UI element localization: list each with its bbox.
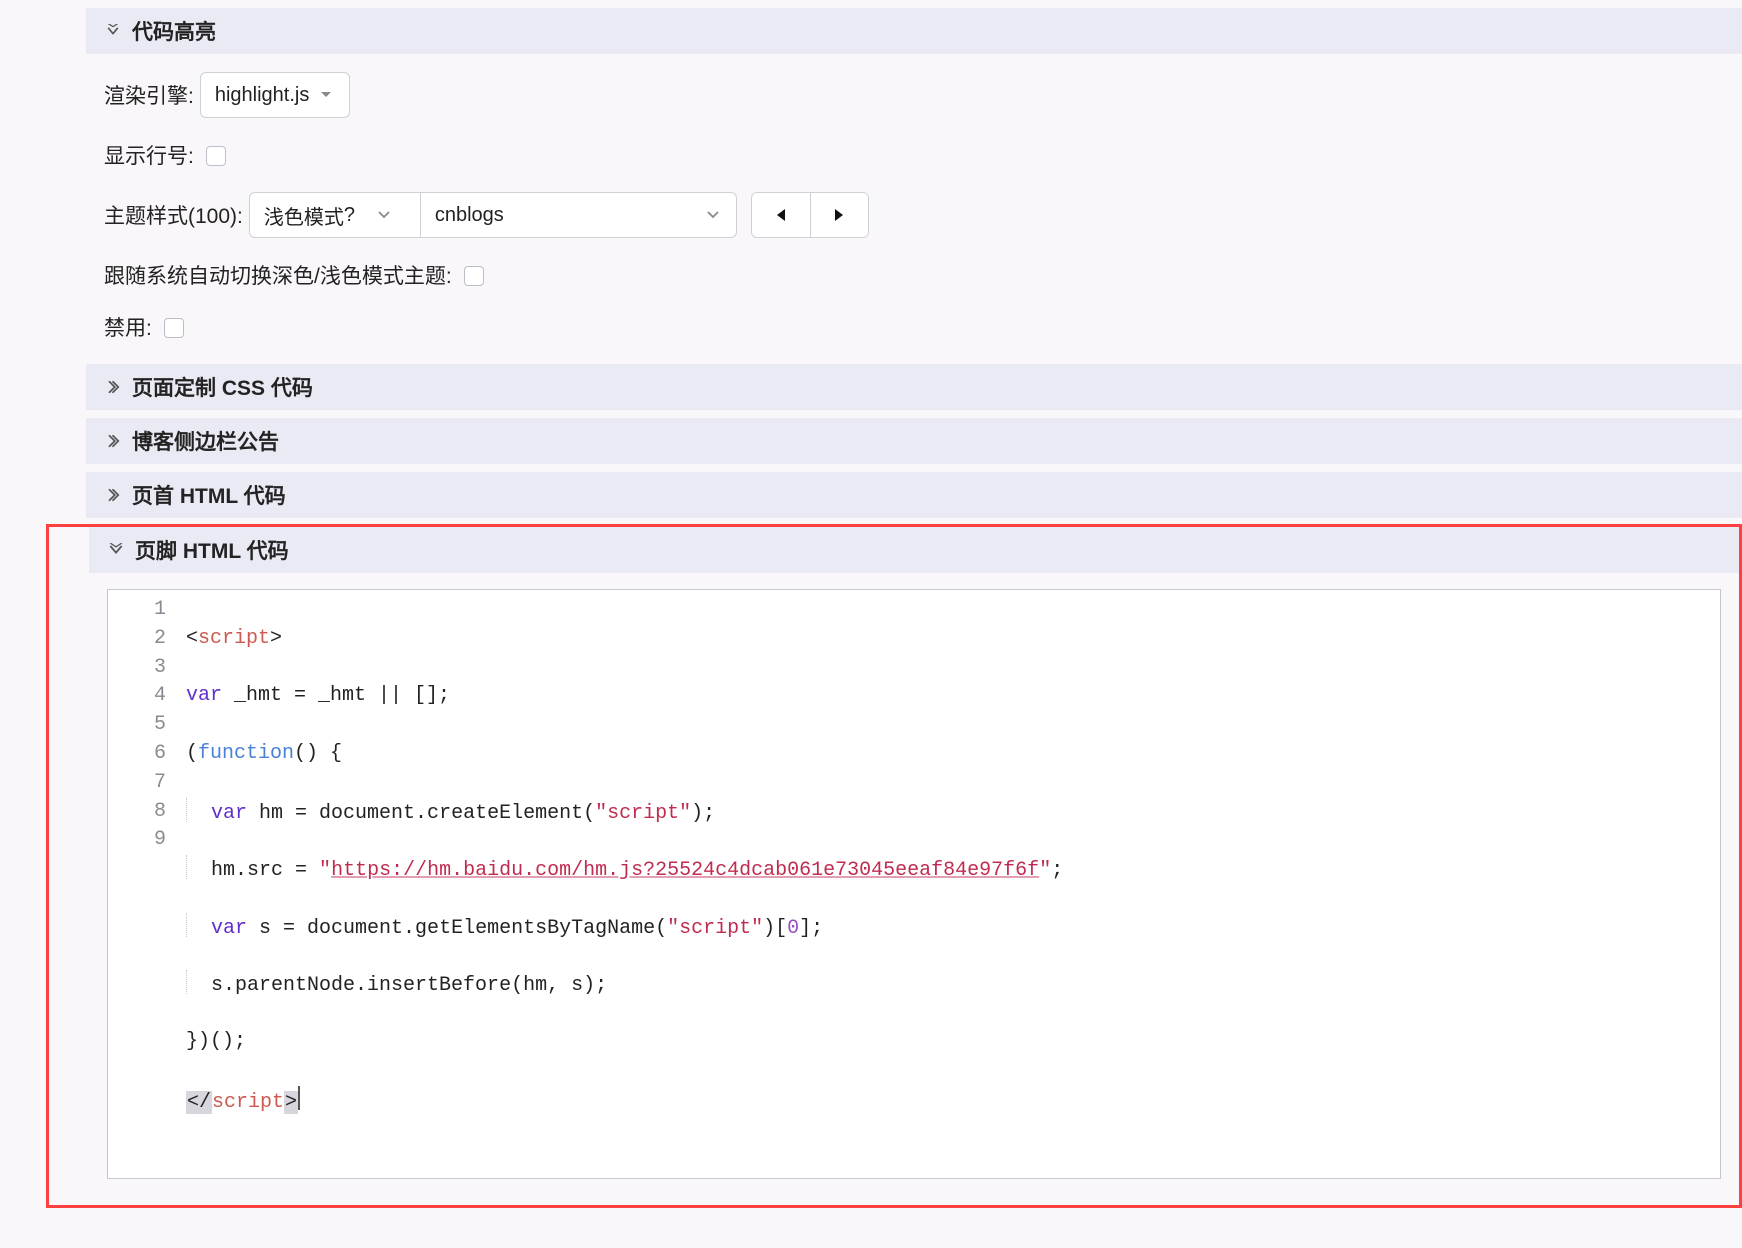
section-header-highlight[interactable]: 代码高亮 bbox=[86, 8, 1742, 54]
line-number-row: 显示行号: bbox=[104, 140, 1724, 170]
section-title-css: 页面定制 CSS 代码 bbox=[132, 372, 313, 402]
triangle-left-icon bbox=[775, 208, 787, 222]
auto-switch-label: 跟随系统自动切换深色/浅色模式主题: bbox=[104, 260, 452, 290]
chevron-right-icon bbox=[104, 432, 122, 450]
footer-html-body: 123456789 <script> var _hmt = _hmt || []… bbox=[89, 589, 1739, 1179]
theme-name-select[interactable]: cnblogs bbox=[420, 193, 736, 237]
line-number-gutter: 123456789 bbox=[108, 590, 178, 1178]
section-title-sidebar: 博客侧边栏公告 bbox=[132, 426, 279, 456]
engine-row: 渲染引擎: highlight.js bbox=[104, 72, 1724, 118]
help-icon[interactable]: ? bbox=[344, 204, 355, 227]
theme-nav-buttons bbox=[751, 192, 869, 238]
line-number-label: 显示行号: bbox=[104, 140, 194, 170]
disable-checkbox[interactable] bbox=[164, 318, 184, 338]
auto-switch-checkbox[interactable] bbox=[464, 266, 484, 286]
line-number-checkbox[interactable] bbox=[206, 146, 226, 166]
disable-row: 禁用: bbox=[104, 312, 1724, 342]
disable-label: 禁用: bbox=[104, 312, 152, 342]
theme-next-button[interactable] bbox=[810, 193, 868, 237]
caret-down-icon bbox=[317, 86, 335, 104]
chevron-right-icon bbox=[104, 486, 122, 504]
engine-value: highlight.js bbox=[215, 84, 311, 107]
engine-select[interactable]: highlight.js bbox=[200, 72, 350, 118]
highlight-section-body: 渲染引擎: highlight.js 显示行号: 主题样式(100): 浅色模式 bbox=[86, 54, 1742, 356]
section-header-footer-html[interactable]: 页脚 HTML 代码 bbox=[89, 527, 1739, 573]
auto-switch-row: 跟随系统自动切换深色/浅色模式主题: bbox=[104, 260, 1724, 290]
section-title-highlight: 代码高亮 bbox=[132, 16, 216, 46]
footer-html-highlight-box: 页脚 HTML 代码 123456789 <script> var _hmt =… bbox=[46, 524, 1742, 1208]
chevron-down-icon bbox=[375, 206, 393, 224]
theme-name-value: cnblogs bbox=[435, 204, 684, 227]
theme-select-group: 浅色模式 ? cnblogs bbox=[249, 192, 737, 238]
theme-label: 主题样式(100): bbox=[104, 200, 243, 230]
theme-row: 主题样式(100): 浅色模式 ? cnblogs bbox=[104, 192, 1724, 238]
section-header-header-html[interactable]: 页首 HTML 代码 bbox=[86, 472, 1742, 518]
chevron-down-icon bbox=[104, 22, 122, 40]
color-mode-value: 浅色模式 bbox=[264, 201, 344, 230]
chevron-down-icon bbox=[704, 206, 722, 224]
triangle-right-icon bbox=[833, 208, 845, 222]
section-header-sidebar[interactable]: 博客侧边栏公告 bbox=[86, 418, 1742, 464]
section-header-css[interactable]: 页面定制 CSS 代码 bbox=[86, 364, 1742, 410]
engine-label: 渲染引擎: bbox=[104, 80, 194, 110]
chevron-right-icon bbox=[104, 378, 122, 396]
footer-html-code-editor[interactable]: 123456789 <script> var _hmt = _hmt || []… bbox=[107, 589, 1721, 1179]
section-title-footer-html: 页脚 HTML 代码 bbox=[135, 535, 289, 565]
section-title-header-html: 页首 HTML 代码 bbox=[132, 480, 286, 510]
color-mode-select[interactable]: 浅色模式 ? bbox=[250, 193, 420, 237]
chevron-down-icon bbox=[107, 541, 125, 559]
theme-prev-button[interactable] bbox=[752, 193, 810, 237]
code-content[interactable]: <script> var _hmt = _hmt || []; (functio… bbox=[178, 590, 1720, 1178]
